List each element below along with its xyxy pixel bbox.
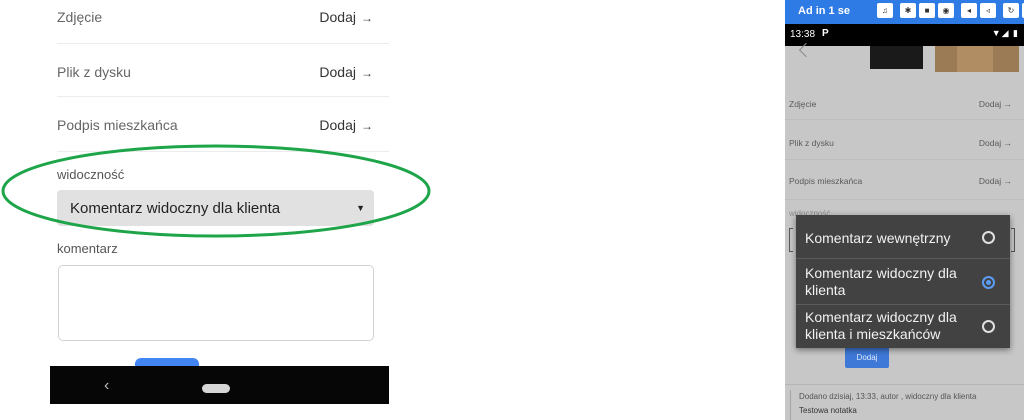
note-body: Testowa notatka bbox=[799, 406, 857, 415]
status-time: 13:38 bbox=[790, 29, 816, 40]
select-edge-right bbox=[1011, 228, 1015, 252]
right-phone-screen: Ad in 1 se ♫ ✱ ■ ◉ ◂ ◃ ↻ ⏻ 13:38 P ▼◢ ▮ … bbox=[785, 0, 1024, 420]
arrow-right-icon: → bbox=[361, 66, 373, 80]
back-icon[interactable]: ‹ bbox=[104, 377, 109, 395]
attachment-label: Plik z dysku bbox=[789, 138, 834, 148]
option-label: Komentarz widoczny dla klienta i mieszkań… bbox=[805, 309, 957, 342]
note-meta: Dodano dzisiaj, 13:33, autor , widoczny … bbox=[799, 392, 977, 401]
volume-down-icon[interactable]: ◂ bbox=[961, 3, 977, 18]
attachment-row-photo[interactable]: Zdjęcie Dodaj → bbox=[57, 0, 389, 44]
headphones-icon[interactable]: ♫ bbox=[877, 3, 893, 18]
attachment-thumbnail-dark bbox=[870, 46, 923, 69]
radio-unselected-icon[interactable] bbox=[982, 320, 995, 333]
divider bbox=[785, 384, 1024, 385]
attachment-label: Zdjęcie bbox=[57, 9, 103, 25]
visibility-options-dialog: Komentarz wewnętrzny Komentarz widoczny … bbox=[796, 215, 1010, 348]
add-file-button[interactable]: Dodaj → bbox=[319, 64, 373, 80]
attachment-thumbnail-photo bbox=[935, 46, 1019, 72]
option-label: Komentarz widoczny dla klienta bbox=[805, 265, 957, 298]
attachment-label: Plik z dysku bbox=[57, 64, 131, 80]
attachment-label: Zdjęcie bbox=[789, 99, 817, 109]
volume-up-icon[interactable]: ◃ bbox=[980, 3, 996, 18]
settings-icon[interactable]: ✱ bbox=[900, 3, 916, 18]
refresh-icon[interactable]: ↻ bbox=[1003, 3, 1019, 18]
app-notification-icon: P bbox=[822, 28, 829, 39]
attachment-label: Podpis mieszkańca bbox=[789, 176, 863, 186]
option-internal-comment[interactable]: Komentarz wewnętrzny bbox=[796, 215, 1010, 259]
comment-textarea[interactable] bbox=[58, 265, 374, 341]
radio-selected-icon[interactable] bbox=[982, 276, 995, 289]
add-signature-button[interactable]: Dodaj → bbox=[979, 176, 1012, 186]
add-photo-button[interactable]: Dodaj → bbox=[979, 99, 1012, 109]
comment-label: komentarz bbox=[57, 241, 118, 256]
note-rule bbox=[790, 390, 791, 420]
add-signature-button[interactable]: Dodaj → bbox=[319, 117, 373, 133]
annotation-ellipse bbox=[1, 144, 431, 238]
option-visible-for-client[interactable]: Komentarz widoczny dla klienta bbox=[796, 259, 1010, 305]
attachment-row-signature[interactable]: Podpis mieszkańca Dodaj → bbox=[785, 160, 1024, 200]
add-comment-button[interactable]: Dodaj bbox=[845, 347, 889, 368]
annotation-ellipse-stroke bbox=[1, 144, 431, 238]
ad-countdown-text: Ad in 1 se bbox=[798, 5, 850, 17]
home-pill-icon[interactable] bbox=[202, 384, 230, 393]
add-file-button[interactable]: Dodaj → bbox=[979, 138, 1012, 148]
signal-battery-icons: ▼◢ ▮ bbox=[991, 28, 1019, 38]
option-label: Komentarz wewnętrzny bbox=[805, 230, 951, 246]
ad-tools: ♫ ✱ ■ ◉ ◂ ◃ ↻ ⏻ bbox=[877, 3, 1024, 18]
attachment-row-photo[interactable]: Zdjęcie Dodaj → bbox=[785, 80, 1024, 120]
attachment-row-file[interactable]: Plik z dysku Dodaj → bbox=[785, 120, 1024, 160]
option-visible-for-client-and-residents[interactable]: Komentarz widoczny dla klienta i mieszkań… bbox=[796, 305, 1010, 348]
arrow-right-icon: → bbox=[361, 11, 373, 25]
video-icon[interactable]: ■ bbox=[919, 3, 935, 18]
attachment-row-file[interactable]: Plik z dysku Dodaj → bbox=[57, 45, 389, 97]
attachment-label: Podpis mieszkańca bbox=[57, 117, 178, 133]
add-photo-button[interactable]: Dodaj → bbox=[319, 9, 373, 25]
ad-toolbar: Ad in 1 se ♫ ✱ ■ ◉ ◂ ◃ ↻ ⏻ bbox=[785, 0, 1024, 24]
select-edge-left bbox=[789, 228, 793, 252]
screenshot-stage: Zdjęcie Dodaj → Plik z dysku Dodaj → Podpi… bbox=[0, 0, 1024, 420]
arrow-right-icon: → bbox=[361, 119, 373, 133]
android-nav-bar: ‹ bbox=[50, 366, 389, 404]
radio-unselected-icon[interactable] bbox=[982, 231, 995, 244]
status-bar: 13:38 P ▼◢ ▮ bbox=[785, 24, 1024, 46]
camera-icon[interactable]: ◉ bbox=[938, 3, 954, 18]
